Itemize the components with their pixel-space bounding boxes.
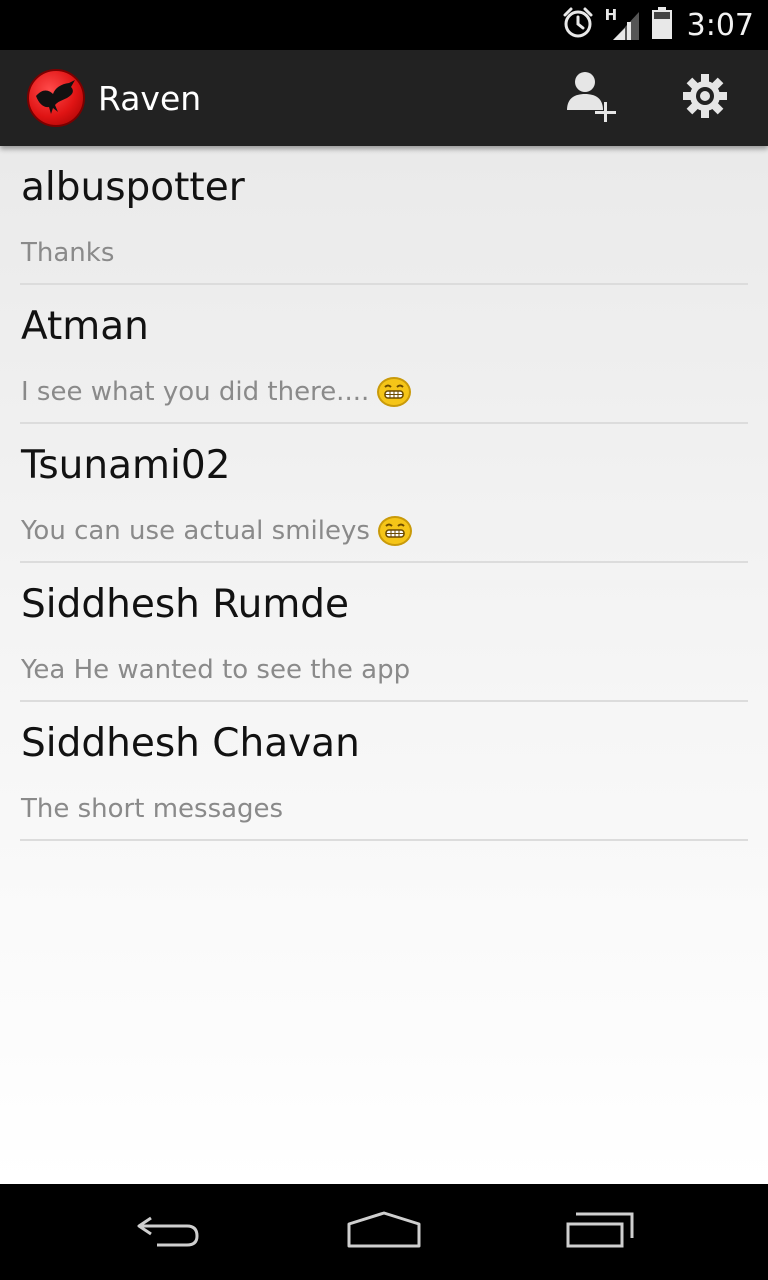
home-button[interactable] (324, 1184, 444, 1280)
message-preview: The short messages (21, 794, 283, 824)
status-time: 3:07 (686, 7, 754, 43)
conversation-list: albuspotter Thanks Atman I see what you … (0, 146, 768, 841)
contact-name: albuspotter (21, 165, 245, 210)
signal-icon: H (605, 6, 641, 42)
contact-name: Atman (21, 304, 149, 349)
settings-icon (682, 73, 728, 124)
conversation-item-siddhesh-chavan[interactable]: Siddhesh Chavan The short messages (20, 702, 748, 841)
recent-apps-button[interactable] (540, 1184, 660, 1280)
contact-name: Tsunami02 (21, 443, 231, 488)
alarm-icon (561, 6, 595, 45)
battery-icon (651, 6, 673, 45)
action-bar: Raven (0, 50, 768, 146)
message-text: You can use actual smileys (21, 516, 370, 546)
grinning-emoji-icon (377, 516, 412, 546)
conversation-item-tsunami02[interactable]: Tsunami02 You can use actual smileys (20, 424, 748, 563)
status-bar: H 3:07 (0, 0, 768, 50)
app-title: Raven (98, 78, 202, 118)
back-icon (133, 1210, 203, 1255)
message-text: I see what you did there.... (21, 377, 370, 407)
message-preview: You can use actual smileys (21, 516, 412, 546)
message-text: Yea He wanted to see the app (21, 655, 411, 685)
message-preview: Yea He wanted to see the app (21, 655, 410, 685)
screen: H 3:07 Raven albuspotter Thanks Atman I … (0, 0, 768, 1280)
raven-logo-icon[interactable] (27, 69, 85, 127)
contact-name: Siddhesh Chavan (21, 721, 360, 766)
back-button[interactable] (108, 1184, 228, 1280)
message-text: The short messages (21, 794, 284, 824)
conversation-item-atman[interactable]: Atman I see what you did there.... (20, 285, 748, 424)
recent-apps-icon (564, 1210, 636, 1255)
settings-button[interactable] (657, 50, 753, 146)
conversation-list-area: albuspotter Thanks Atman I see what you … (0, 146, 768, 1184)
home-icon (346, 1210, 422, 1255)
message-preview: I see what you did there.... (21, 377, 412, 407)
navigation-bar (0, 1184, 768, 1280)
add-contact-icon (561, 66, 621, 131)
conversation-item-albuspotter[interactable]: albuspotter Thanks (20, 146, 748, 285)
add-contact-button[interactable] (543, 50, 639, 146)
message-text: Thanks (21, 238, 115, 268)
conversation-item-siddhesh-rumde[interactable]: Siddhesh Rumde Yea He wanted to see the … (20, 563, 748, 702)
message-preview: Thanks (21, 238, 114, 268)
contact-name: Siddhesh Rumde (21, 582, 350, 627)
grinning-emoji-icon (377, 377, 412, 407)
